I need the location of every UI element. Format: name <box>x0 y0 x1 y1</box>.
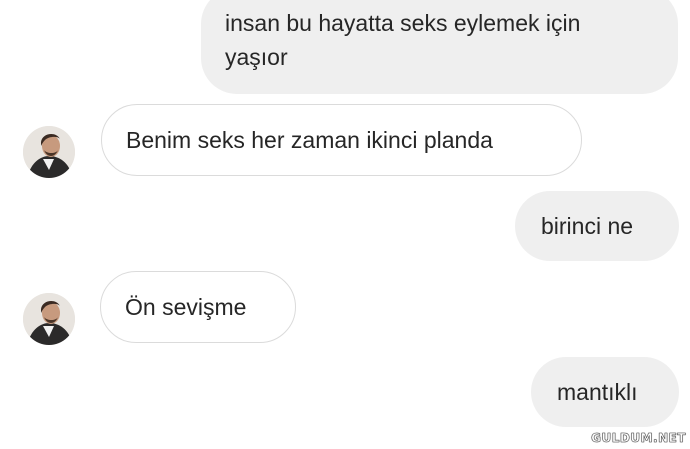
message-bubble-received: Benim seks her zaman ikinci planda <box>101 104 582 176</box>
avatar-photo <box>23 126 75 178</box>
message-bubble-sent: birinci ne <box>515 191 679 261</box>
message-text-line: insan bu hayatta seks eylemek için <box>225 10 581 36</box>
message-text-line: yaşıor <box>225 44 288 70</box>
avatar[interactable] <box>23 293 75 345</box>
message-text: mantıklı <box>557 379 638 405</box>
message-text: birinci ne <box>541 213 634 239</box>
watermark: GULDUM.NET <box>591 431 686 446</box>
avatar-photo <box>23 293 75 345</box>
message-bubble-sent: insan bu hayatta seks eylemek için yaşıo… <box>201 0 678 94</box>
message-bubble-received: Ön sevişme <box>100 271 296 343</box>
message-text: Benim seks her zaman ikinci planda <box>126 127 493 153</box>
message-bubble-sent: mantıklı <box>531 357 679 427</box>
message-text: Ön sevişme <box>125 294 247 320</box>
chat-thread: insan bu hayatta seks eylemek için yaşıo… <box>0 0 690 449</box>
avatar[interactable] <box>23 126 75 178</box>
